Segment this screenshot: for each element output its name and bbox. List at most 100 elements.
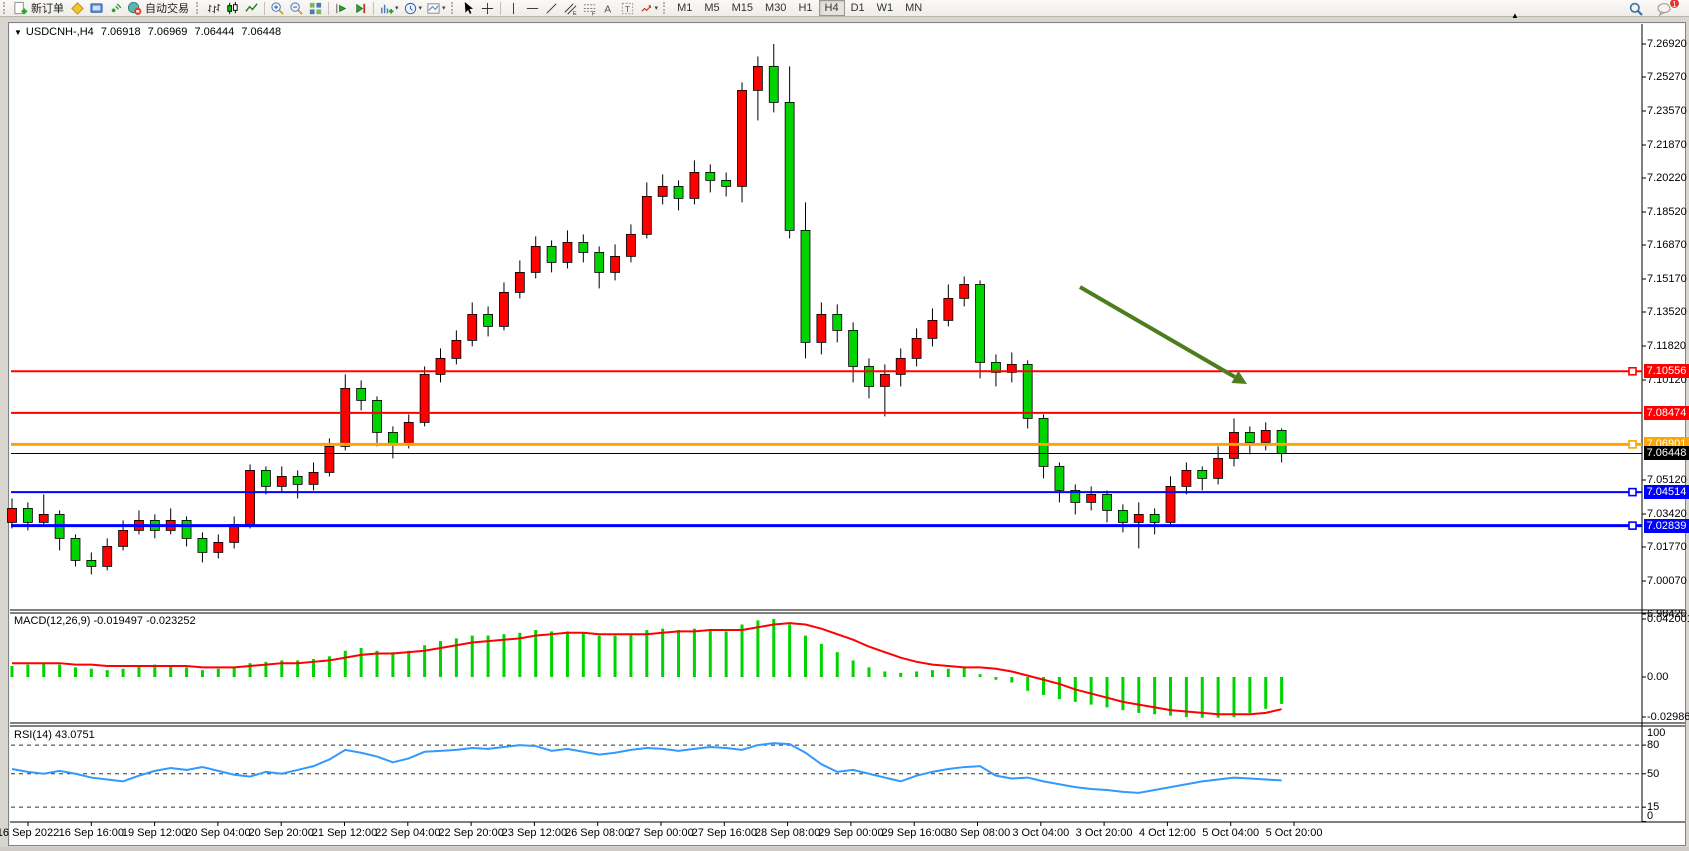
line-marker — [1629, 489, 1636, 496]
candle-up — [277, 476, 286, 486]
time-axis-label: 22 Sep 20:00 — [438, 827, 503, 839]
rsi-axis-tick-label: 100 — [1647, 727, 1689, 739]
candle-down — [1198, 470, 1207, 478]
candle-up — [626, 234, 635, 256]
line-marker — [1629, 522, 1636, 529]
application-window: 新订单 自动交易 — [0, 0, 1689, 851]
candle-down — [261, 470, 270, 486]
candle-down — [373, 400, 382, 432]
candle-up — [753, 66, 762, 90]
rsi-axis-tick-label: 0 — [1647, 810, 1689, 822]
candle-down — [1277, 430, 1286, 453]
candle-down — [1055, 466, 1064, 490]
scroll-marker-icon[interactable]: ▲ — [1511, 11, 1519, 20]
candle-up — [246, 470, 255, 524]
candle-down — [674, 186, 683, 198]
time-axis-label: 20 Sep 04:00 — [185, 827, 250, 839]
price-axis-tick-label: 7.13520 — [1647, 306, 1689, 319]
candle-up — [8, 508, 17, 522]
candle-up — [420, 374, 429, 422]
time-axis-label: 28 Sep 08:00 — [755, 827, 820, 839]
price-axis-tick-label: 7.16870 — [1647, 239, 1689, 252]
low-price: 7.06444 — [194, 26, 234, 38]
line-marker — [1629, 368, 1636, 375]
candle-down — [785, 102, 794, 230]
candle-up — [1214, 458, 1223, 478]
line-marker — [1629, 441, 1636, 448]
time-axis-label: 4 Oct 12:00 — [1139, 827, 1196, 839]
candle-up — [468, 314, 477, 340]
price-axis-tick-label: 7.15170 — [1647, 273, 1689, 286]
current-price-label: 7.06448 — [1644, 446, 1689, 460]
time-axis-label: 30 Sep 08:00 — [945, 827, 1010, 839]
time-axis-label: 27 Sep 16:00 — [692, 827, 757, 839]
time-axis-label: 27 Sep 00:00 — [628, 827, 693, 839]
candle-up — [341, 388, 350, 446]
symbol-period-label: USDCNH-,H4 — [26, 26, 94, 38]
candle-down — [484, 314, 493, 326]
candle-down — [1039, 418, 1048, 466]
candle-up — [563, 242, 572, 262]
candle-down — [1023, 364, 1032, 418]
candle-down — [23, 508, 32, 522]
price-line-label: 7.02839 — [1644, 519, 1689, 533]
time-axis-label: 3 Oct 20:00 — [1076, 827, 1133, 839]
candle-up — [912, 338, 921, 358]
time-axis-label: 5 Oct 04:00 — [1202, 827, 1259, 839]
macd-axis-tick-label: 0.042001 — [1647, 613, 1689, 625]
candle-down — [976, 284, 985, 362]
candle-up — [1261, 430, 1270, 442]
chart-canvas[interactable] — [0, 0, 1689, 851]
price-axis-tick-label: 7.23570 — [1647, 105, 1689, 118]
candle-up — [452, 340, 461, 358]
candle-up — [690, 172, 699, 198]
candle-up — [1182, 470, 1191, 486]
candle-down — [182, 520, 191, 538]
chart-title: ▼USDCNH-,H4 7.06918 7.06969 7.06444 7.06… — [14, 26, 285, 38]
candle-down — [1150, 514, 1159, 522]
time-axis-label: 16 Sep 16:00 — [59, 827, 124, 839]
collapse-icon[interactable]: ▼ — [14, 28, 22, 37]
rsi-value: 43.0751 — [55, 729, 95, 741]
candle-down — [198, 538, 207, 552]
candle-up — [817, 314, 826, 342]
time-axis-label: 21 Sep 12:00 — [312, 827, 377, 839]
candle-down — [547, 246, 556, 262]
candle-up — [499, 292, 508, 326]
candle-down — [71, 538, 80, 560]
candle-up — [515, 272, 524, 292]
candle-down — [833, 314, 842, 330]
close-price: 7.06448 — [241, 26, 281, 38]
price-axis-tick-label: 7.26920 — [1647, 38, 1689, 51]
candle-up — [1134, 514, 1143, 522]
time-axis-label: 26 Sep 08:00 — [565, 827, 630, 839]
candle-up — [404, 422, 413, 444]
price-axis-tick-label: 7.25270 — [1647, 71, 1689, 84]
price-line-label: 7.10556 — [1644, 364, 1689, 378]
candle-down — [849, 330, 858, 366]
rsi-indicator-label: RSI(14) 43.0751 — [14, 729, 95, 741]
candle-up — [944, 298, 953, 320]
trend-arrow-annotation — [1080, 287, 1235, 377]
time-axis-label: 29 Sep 16:00 — [881, 827, 946, 839]
candle-down — [579, 242, 588, 252]
candle-down — [801, 230, 810, 342]
price-axis-tick-label: 7.21870 — [1647, 139, 1689, 152]
candle-down — [357, 388, 366, 400]
candle-up — [880, 374, 889, 386]
candle-up — [325, 446, 334, 472]
high-price: 7.06969 — [148, 26, 188, 38]
candle-up — [103, 546, 112, 566]
candle-down — [293, 476, 302, 484]
price-axis-tick-label: 7.01770 — [1647, 541, 1689, 554]
candle-down — [1103, 494, 1112, 510]
candle-up — [214, 542, 223, 552]
candle-down — [706, 172, 715, 180]
time-axis-label: 20 Sep 20:00 — [248, 827, 313, 839]
rsi-axis-tick-label: 80 — [1647, 739, 1689, 751]
time-axis-label: 16 Sep 2022 — [0, 827, 59, 839]
candle-up — [1087, 494, 1096, 502]
candle-up — [642, 196, 651, 234]
macd-values: -0.019497 -0.023252 — [93, 615, 195, 627]
price-axis-tick-label: 7.18520 — [1647, 206, 1689, 219]
